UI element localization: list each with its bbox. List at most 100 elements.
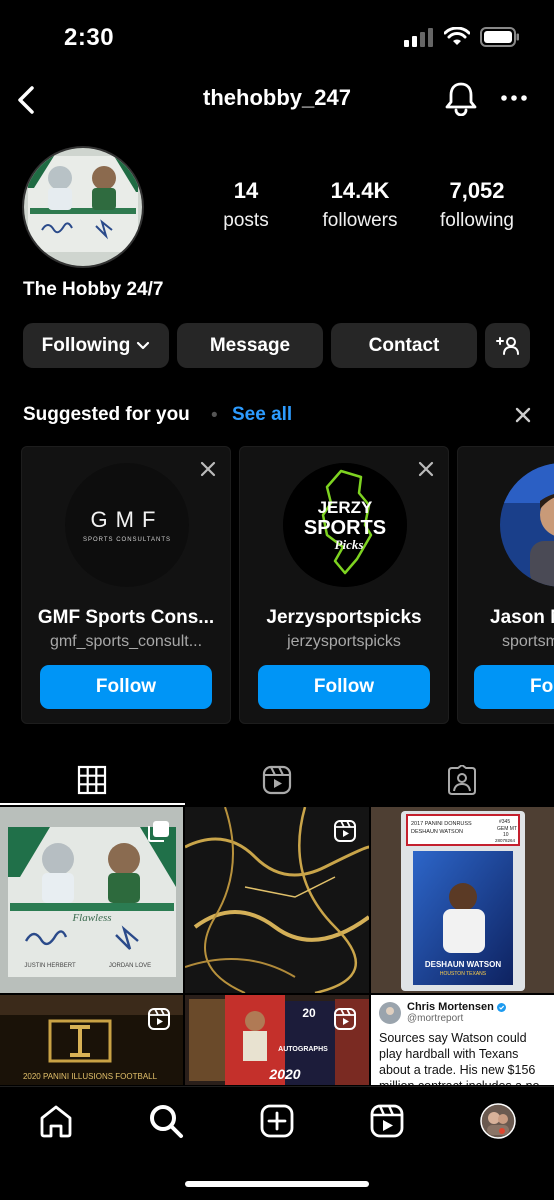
suggested-handle: gmf_sports_consult... (49, 633, 203, 650)
stat-following-count: 7,052 (449, 178, 505, 203)
tweet-screenshot: Chris Mortensen @mortreport Sources say … (371, 995, 554, 1085)
create-post-icon (260, 1104, 294, 1138)
card-brand: Flawless (71, 912, 111, 924)
wifi-icon (444, 27, 470, 45)
stat-posts[interactable]: 14 posts (190, 178, 302, 232)
suggested-card[interactable]: JERZY SPORTS Picks Jerzysportspicks jerz… (239, 446, 449, 724)
add-person-icon (495, 336, 519, 355)
following-button[interactable]: Following (23, 323, 169, 368)
mosaic-num: 20 (302, 1006, 316, 1020)
suggested-name: Jerzysportspicks (266, 607, 422, 628)
psa-cert: 28078264 (495, 838, 516, 843)
stat-following[interactable]: 7,052 following (418, 178, 536, 232)
post-thumbnail[interactable]: 20 AUTOGRAPHS 2020 (185, 995, 369, 1085)
suggested-handle: sportsm (502, 633, 554, 650)
suggested-avatar[interactable] (500, 463, 554, 587)
post-thumbnail[interactable]: 2017 PANINI DONRUSS DESHAUN WATSON #345 … (371, 807, 554, 993)
suggested-card[interactable]: GMF SPORTS CONSULTANTS GMF Sports Cons..… (21, 446, 231, 724)
carousel-icon (148, 821, 169, 842)
nav-home[interactable] (36, 1101, 76, 1141)
card-player-right: JORDAN LOVE (109, 963, 151, 969)
suggested-avatar[interactable]: GMF SPORTS CONSULTANTS (65, 463, 189, 587)
close-suggested-icon[interactable] (514, 406, 532, 424)
status-icons (404, 27, 520, 47)
tab-reels[interactable] (185, 755, 370, 805)
profile-actions: Following Message Contact (23, 323, 530, 368)
tweet-author: Chris Mortensen @mortreport (379, 1001, 546, 1024)
suggested-avatar[interactable]: JERZY SPORTS Picks (283, 463, 407, 587)
bell-icon[interactable] (444, 80, 478, 116)
post-thumbnail[interactable]: Chris Mortensen @mortreport Sources say … (371, 995, 554, 1085)
person-photo (500, 463, 554, 587)
message-button[interactable]: Message (177, 323, 323, 368)
avatar-card-image (24, 148, 142, 266)
see-all-link[interactable]: See all (232, 404, 292, 426)
illusions-text: 2020 PANINI ILLUSIONS FOOTBALL (23, 1072, 158, 1081)
posts-grid: Flawless JUSTIN HERBERT JORDAN LOVE 2017… (0, 807, 554, 1085)
stat-followers-label: followers (322, 210, 398, 231)
cellular-signal-icon (404, 28, 433, 47)
status-bar: 2:30 (0, 0, 554, 70)
home-indicator (185, 1181, 369, 1187)
suggested-name: Jason M (490, 607, 554, 628)
more-options-icon[interactable] (500, 84, 528, 112)
status-time: 2:30 (64, 24, 115, 51)
tweet-author-name: Chris Mortensen (407, 1001, 494, 1013)
tweet-author-handle: @mortreport (407, 1013, 464, 1024)
mosaic-autographs: AUTOGRAPHS (278, 1046, 328, 1053)
nav-reels[interactable] (367, 1101, 407, 1141)
grid-icon (78, 765, 107, 795)
profile-avatar-icon (480, 1103, 516, 1139)
tagged-person-icon (447, 765, 476, 795)
suggested-header: Suggested for you • See all (23, 404, 534, 430)
reel-badge-icon (334, 1008, 356, 1030)
home-icon (40, 1105, 72, 1138)
tab-tagged[interactable] (369, 755, 554, 805)
psa-card-name: DESHAUN WATSON (425, 960, 502, 969)
tweet-text: Sources say Watson could play hardball w… (379, 1031, 544, 1085)
nav-profile[interactable] (478, 1101, 518, 1141)
suggested-card[interactable]: Jason M sportsm Fo (457, 446, 554, 724)
suggested-handle: jerzysportspicks (287, 633, 401, 650)
follow-button[interactable]: Follow (40, 665, 212, 709)
gmf-logo: GMF SPORTS CONSULTANTS (65, 463, 189, 587)
jerzy-logo-line1: JERZY (318, 498, 373, 517)
reels-nav-icon (370, 1104, 404, 1138)
stat-followers[interactable]: 14.4K followers (302, 178, 418, 232)
tab-posts-grid[interactable] (0, 755, 185, 805)
gmf-logo-text: GMF (91, 507, 164, 532)
psa-line1: 2017 PANINI DONRUSS (411, 821, 472, 827)
psa-line2: DESHAUN WATSON (411, 829, 463, 835)
dismiss-icon[interactable] (418, 461, 434, 477)
post-thumbnail[interactable]: 2020 PANINI ILLUSIONS FOOTBALL (0, 995, 183, 1085)
nav-create[interactable] (257, 1101, 297, 1141)
post-thumbnail[interactable] (185, 807, 369, 993)
contact-button[interactable]: Contact (331, 323, 477, 368)
nav-search[interactable] (146, 1101, 186, 1141)
reels-icon (262, 765, 292, 795)
follow-button[interactable]: Fo (474, 665, 554, 709)
chevron-down-icon (137, 341, 150, 349)
profile-display-name: The Hobby 24/7 (23, 279, 164, 300)
psa-slab-photo: 2017 PANINI DONRUSS DESHAUN WATSON #345 … (371, 807, 554, 993)
mosaic-year: 2020 (268, 1066, 300, 1082)
verified-icon (496, 1002, 506, 1012)
follow-button[interactable]: Follow (258, 665, 430, 709)
tweet-avatar (379, 1001, 401, 1024)
jerzy-logo: JERZY SPORTS Picks (283, 463, 407, 587)
card-player-left: JUSTIN HERBERT (24, 963, 76, 969)
following-button-label: Following (41, 334, 131, 356)
separator-dot: • (211, 405, 218, 426)
gmf-logo-subtext: SPORTS CONSULTANTS (83, 537, 171, 543)
reel-badge-icon (334, 820, 356, 842)
stat-posts-label: posts (223, 210, 269, 231)
suggested-users-button[interactable] (485, 323, 530, 368)
search-icon (150, 1105, 183, 1138)
post-thumbnail[interactable]: Flawless JUSTIN HERBERT JORDAN LOVE (0, 807, 183, 993)
profile-tabs (0, 755, 554, 805)
jerzy-logo-line2: SPORTS (304, 517, 386, 539)
profile-avatar[interactable] (22, 146, 144, 268)
suggested-name: GMF Sports Cons... (37, 607, 215, 628)
dismiss-icon[interactable] (200, 461, 216, 477)
suggested-cards: GMF SPORTS CONSULTANTS GMF Sports Cons..… (21, 446, 554, 726)
